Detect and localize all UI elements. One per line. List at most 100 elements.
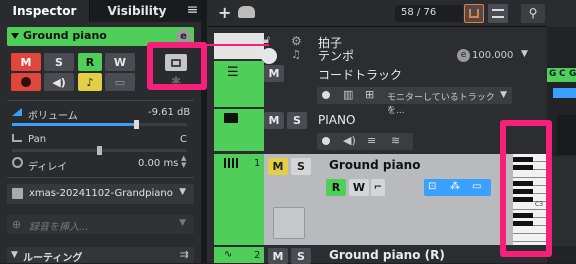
- time-base-button[interactable]: ♪: [78, 73, 102, 91]
- instrument-icon: [12, 188, 23, 199]
- solo-button[interactable]: S: [44, 53, 74, 71]
- inspector-tabs: Inspector Visibility ≡: [0, 0, 201, 22]
- ruler-strip: [547, 0, 576, 27]
- inspector-track-name: Ground piano: [23, 29, 107, 42]
- note-icon: ♪: [86, 75, 94, 89]
- folder-icon: [224, 113, 238, 123]
- tempo-value[interactable]: 100.000: [472, 50, 513, 61]
- chevron-down-icon[interactable]: ▼: [521, 49, 528, 59]
- volume-value[interactable]: -9.61 dB: [148, 107, 190, 118]
- track-index: 1: [254, 158, 261, 169]
- highlight-box: [500, 120, 552, 257]
- tab-visibility[interactable]: Visibility: [91, 0, 183, 22]
- track2-solo-button[interactable]: S: [291, 248, 311, 264]
- list-view-button[interactable]: [488, 4, 508, 23]
- record-icon: [21, 77, 31, 87]
- chord-events[interactable]: G C G: [547, 68, 576, 82]
- write-automation-button[interactable]: W: [105, 53, 135, 71]
- clock-icon: [12, 157, 23, 168]
- lock-button[interactable]: ▭: [105, 73, 135, 91]
- gear-icon[interactable]: ⚙: [291, 34, 302, 48]
- chevron-down-icon: ▼: [179, 187, 186, 197]
- divider: [7, 100, 194, 101]
- chord-track-name: コードトラック: [318, 68, 403, 82]
- delay-label: ディレイ: [28, 162, 68, 173]
- audio-track-color-strip: ∿ 2: [214, 247, 264, 263]
- tempo-track-name: テンポ: [318, 49, 355, 63]
- track2-name: Ground piano (R): [329, 248, 445, 262]
- signature-tempo-color-strip: [214, 33, 264, 59]
- routing-section-header[interactable]: ▼ ルーティング ⇉: [7, 247, 194, 264]
- chord-assist-icon[interactable]: ⊞: [365, 88, 374, 101]
- wave-icon[interactable]: ≋: [391, 134, 400, 147]
- delay-value[interactable]: 0.00 ms: [138, 158, 178, 169]
- pan-value[interactable]: C: [180, 134, 187, 145]
- chord-cell[interactable]: G: [569, 69, 576, 79]
- chevron-down-icon: ▼: [179, 218, 186, 228]
- volume-icon: [12, 108, 22, 116]
- folder-track-color-strip: [214, 109, 264, 151]
- track-lane: [557, 115, 576, 155]
- chord-cell[interactable]: G: [549, 69, 556, 79]
- record-enable-button[interactable]: [11, 73, 41, 91]
- track-write-button[interactable]: W: [349, 179, 369, 196]
- mute-button[interactable]: M: [11, 53, 41, 71]
- speaker-icon: ◀): [52, 75, 66, 89]
- menu-icon[interactable]: ≡: [184, 0, 201, 22]
- home-icon: [469, 9, 479, 18]
- insert-recording-field[interactable]: ⊕ 録音を挿入... ▼: [7, 215, 194, 234]
- speaker-icon[interactable]: ◀): [343, 134, 356, 147]
- midi-event[interactable]: [553, 88, 576, 98]
- chord-track-icon: ☰: [227, 65, 239, 80]
- chord-editor-icon[interactable]: ▥: [343, 88, 353, 101]
- chord-mute-button[interactable]: M: [264, 65, 284, 82]
- record-icon[interactable]: [322, 91, 330, 99]
- volume-handle[interactable]: [134, 120, 139, 129]
- search-button[interactable]: ⚲: [521, 4, 545, 23]
- instrument-selector[interactable]: xmas-20241102-Grandpiano ▼: [7, 184, 194, 204]
- add-track-icon[interactable]: +: [218, 3, 231, 22]
- tab-inspector[interactable]: Inspector: [0, 0, 90, 22]
- track-routing-buttons: ⊡ ⁂ ▭: [424, 179, 491, 196]
- monitor-track-select[interactable]: モニターしているトラックを...: [387, 90, 512, 116]
- folder-controls: ◀) ≡ ≋: [317, 133, 413, 150]
- folder-track-name: PIANO: [318, 113, 356, 127]
- add-folder-icon[interactable]: [238, 6, 255, 18]
- edit-tempo-icon[interactable]: e: [457, 49, 470, 62]
- music-icon: ♫: [291, 48, 301, 61]
- collapse-arrow-icon[interactable]: [11, 33, 19, 39]
- volume-slider[interactable]: [12, 120, 187, 129]
- home-button[interactable]: [464, 4, 484, 23]
- stepper-icon[interactable]: ▲ ▼: [181, 155, 189, 169]
- track-read-button[interactable]: R: [326, 179, 346, 196]
- folder-mute-button[interactable]: M: [264, 112, 284, 129]
- read-write-icon[interactable]: ≡: [367, 134, 376, 147]
- list-icon: [492, 9, 504, 18]
- track2-mute-button[interactable]: M: [268, 248, 288, 264]
- track-name: Ground piano: [329, 158, 421, 172]
- track-picture[interactable]: [273, 207, 305, 239]
- record-icon[interactable]: [322, 137, 330, 145]
- track-mute-button[interactable]: M: [268, 158, 288, 175]
- insert-placeholder: 録音を挿入...: [29, 222, 89, 233]
- chord-controls: ▥ ⊞ モニターしているトラックを... ▼: [317, 87, 512, 116]
- monitor-button[interactable]: ◀): [44, 73, 74, 91]
- pan-handle[interactable]: [97, 146, 102, 155]
- track-solo-button[interactable]: S: [291, 158, 311, 175]
- routing-icon: ⇉: [179, 248, 189, 261]
- pan-icon: [12, 134, 22, 142]
- search-icon: ⚲: [528, 6, 538, 20]
- instrument-name: xmas-20241102-Grandpiano: [29, 188, 173, 199]
- track-edit-button[interactable]: ⌐: [371, 179, 385, 196]
- waveform-icon: ∿: [224, 249, 233, 260]
- chevron-down-icon[interactable]: ▼: [500, 90, 507, 100]
- note-expression-icon[interactable]: ⁂: [450, 181, 460, 192]
- volume-label: ボリューム: [28, 111, 78, 122]
- pan-slider[interactable]: [12, 146, 187, 155]
- instrument-output-icon[interactable]: ⊡: [428, 181, 436, 192]
- chord-cell[interactable]: C: [559, 69, 566, 79]
- monitor-icon[interactable]: ▭: [472, 181, 481, 192]
- read-automation-button[interactable]: R: [78, 53, 102, 71]
- track-index: 2: [254, 250, 261, 261]
- folder-solo-button[interactable]: S: [287, 112, 307, 129]
